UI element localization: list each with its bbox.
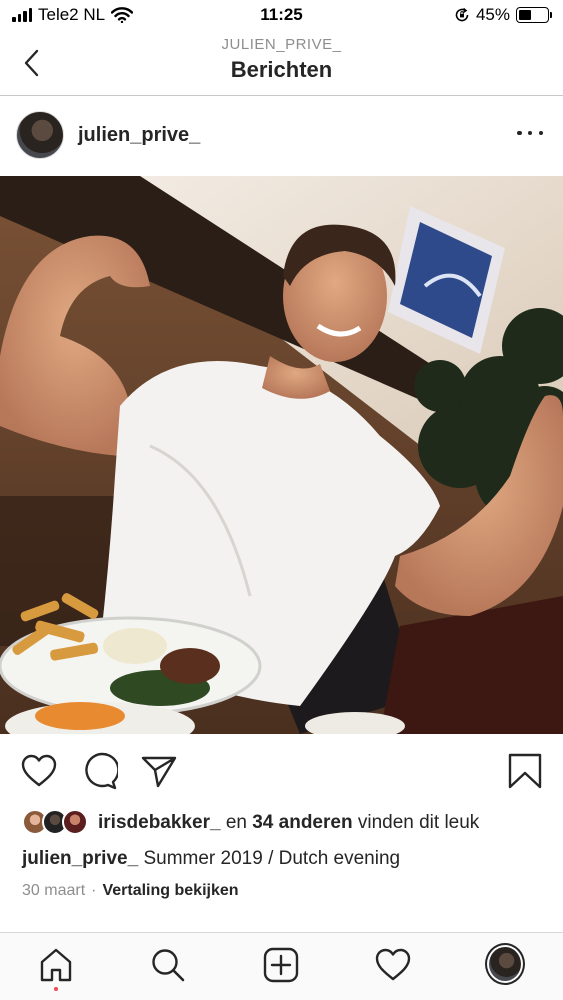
bookmark-icon: [508, 753, 542, 789]
battery-icon: [516, 7, 552, 23]
first-liker[interactable]: irisdebakker_: [98, 812, 221, 833]
nav-header: JULIEN_PRIVE_ Berichten: [0, 32, 563, 96]
search-icon: [152, 949, 185, 982]
avatar[interactable]: [16, 111, 64, 159]
tab-home[interactable]: [36, 945, 76, 991]
post-caption: julien_prive_ Summer 2019 / Dutch evenin…: [22, 848, 400, 870]
tab-activity[interactable]: [373, 945, 413, 985]
liker-avatar: [62, 809, 88, 835]
meta-separator: ·: [91, 882, 97, 899]
status-bar: Tele2 NL 11:25 45%: [0, 0, 563, 32]
post-username[interactable]: julien_prive_: [78, 124, 200, 147]
comment-icon: [85, 752, 120, 790]
likes-summary[interactable]: irisdebakker_ en 34 anderen vinden dit l…: [22, 808, 479, 838]
tab-bar: [0, 932, 563, 1000]
photo-illustration: [0, 176, 563, 734]
status-right: 45%: [454, 5, 552, 25]
comment-button[interactable]: [80, 752, 120, 790]
likes-connector: en: [225, 812, 247, 833]
nav-subtitle: JULIEN_PRIVE_: [221, 36, 342, 53]
translate-link[interactable]: Vertaling bekijken: [102, 882, 238, 900]
post-photo[interactable]: [0, 176, 563, 734]
more-options-icon[interactable]: [517, 121, 543, 145]
heart-icon: [21, 754, 57, 787]
likes-suffix: vinden dit leuk: [357, 812, 480, 833]
post-date: 30 maart: [22, 882, 86, 899]
likes-count[interactable]: 34 anderen: [252, 812, 352, 833]
liker-avatars: [22, 809, 92, 837]
tab-profile[interactable]: [485, 943, 525, 985]
battery-percent: 45%: [475, 5, 510, 24]
notification-dot: [54, 987, 58, 991]
share-icon: [141, 756, 177, 788]
caption-username[interactable]: julien_prive_: [22, 848, 138, 869]
page-title: Berichten: [230, 57, 333, 82]
battery-level: [519, 10, 532, 20]
activity-heart-icon: [375, 948, 411, 981]
share-button[interactable]: [140, 752, 178, 790]
like-button[interactable]: [20, 752, 58, 790]
profile-avatar: [485, 943, 525, 985]
home-icon: [40, 948, 72, 982]
post-meta: 30 maart · Vertaling bekijken: [22, 882, 239, 900]
add-post-icon: [263, 947, 299, 983]
caption-text: Summer 2019 / Dutch evening: [143, 848, 401, 869]
tab-search[interactable]: [148, 945, 188, 985]
action-bar: [0, 748, 563, 796]
orientation-lock-icon: [455, 7, 469, 22]
post-header: julien_prive_: [0, 97, 563, 175]
tab-new-post[interactable]: [261, 945, 301, 985]
save-button[interactable]: [506, 752, 544, 790]
